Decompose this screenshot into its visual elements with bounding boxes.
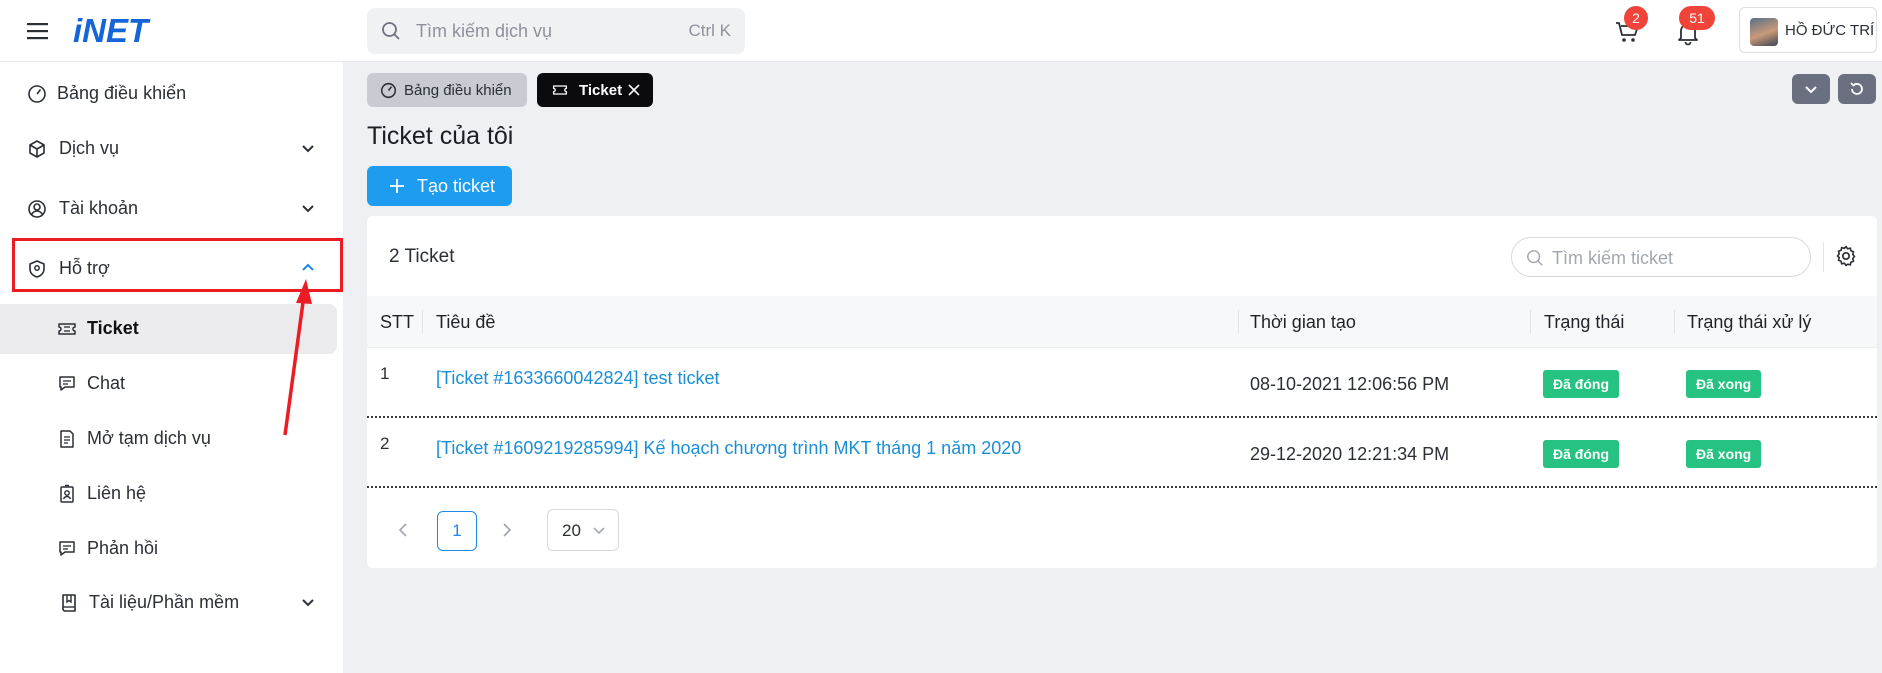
chat-icon: [59, 376, 75, 391]
search-placeholder: Tìm kiếm dịch vụ: [416, 21, 553, 41]
prev-page-icon[interactable]: [395, 518, 411, 542]
dashboard-icon: [380, 82, 397, 99]
pagination-page[interactable]: 1: [437, 511, 477, 551]
status-badge: Đã đóng: [1543, 440, 1619, 468]
column-separator: [422, 310, 423, 334]
column-header-process-status: Trạng thái xử lý: [1687, 312, 1812, 332]
page-title: Ticket của tôi: [367, 122, 514, 150]
table-header: STT Tiêu đề Thời gian tạo Trạng thái Trạ…: [367, 296, 1877, 348]
close-icon[interactable]: [628, 84, 640, 96]
sidebar-subitem-feedback[interactable]: Phản hồi: [0, 524, 343, 574]
column-separator: [1530, 310, 1531, 334]
ticket-icon: [58, 323, 76, 335]
logo-text: iNET: [73, 12, 151, 49]
ticket-table-card: 2 Ticket Tìm kiếm ticket STT Tiêu đề Thờ…: [367, 216, 1877, 568]
plus-icon: [390, 179, 404, 193]
column-header-title: Tiêu đề: [436, 312, 496, 332]
row-created-time: 29-12-2020 12:21:34 PM: [1250, 444, 1450, 464]
process-status-badge: Đã xong: [1686, 440, 1762, 468]
reload-icon: [1850, 82, 1863, 95]
search-icon: [1527, 250, 1543, 266]
next-page-icon[interactable]: [499, 518, 515, 542]
gear-icon[interactable]: [1834, 244, 1858, 268]
table-row: 1 [Ticket #1633660042824] test ticket 08…: [367, 348, 1877, 418]
ticket-title-link[interactable]: [Ticket #1609219285994] Kế hoạch chương …: [436, 438, 1021, 459]
sidebar-subitem-label: Ticket: [87, 318, 139, 338]
search-icon: [382, 22, 400, 40]
row-stt: 1: [380, 364, 390, 383]
tab-dashboard[interactable]: Bảng điều khiển: [367, 73, 527, 107]
status-badge: Đã đóng: [1543, 370, 1619, 398]
ticket-search-placeholder: Tìm kiếm ticket: [1552, 248, 1674, 268]
avatar: [1750, 18, 1778, 46]
cube-icon: [29, 140, 45, 158]
process-status-badge: Đã xong: [1686, 370, 1762, 398]
chevron-down-icon: [302, 599, 314, 607]
user-name: HỒ ĐỨC TRÍ: [1785, 22, 1875, 39]
reload-button[interactable]: [1838, 74, 1876, 104]
sidebar-item-services[interactable]: Dịch vụ: [0, 123, 343, 173]
sidebar-subitem-label: Chat: [87, 373, 126, 393]
user-circle-icon: [28, 200, 46, 218]
sidebar-item-label: Bảng điều khiển: [57, 83, 187, 103]
annotation-arrow: [283, 279, 312, 436]
tab-ticket[interactable]: Ticket: [537, 73, 653, 107]
sidebar-item-dashboard[interactable]: Bảng điều khiển: [0, 68, 343, 118]
ticket-icon: [552, 85, 568, 95]
sidebar-item-account[interactable]: Tài khoản: [0, 183, 343, 233]
notification-count-badge: 51: [1679, 6, 1715, 30]
column-header-created: Thời gian tạo: [1250, 312, 1356, 332]
user-menu[interactable]: HỒ ĐỨC TRÍ: [1739, 7, 1877, 53]
chevron-down-icon: [593, 527, 605, 535]
tab-label: Bảng điều khiển: [404, 82, 512, 99]
sidebar-item-label: Dịch vụ: [59, 138, 120, 158]
tab-label: Ticket: [579, 82, 623, 99]
inet-logo[interactable]: iNET: [73, 12, 183, 50]
sidebar-item-label: Tài khoản: [59, 198, 139, 218]
ticket-title-link[interactable]: [Ticket #1633660042824] test ticket: [436, 368, 720, 389]
chevron-down-icon: [302, 145, 314, 153]
feedback-icon: [59, 541, 75, 556]
column-header-status: Trạng thái: [1544, 312, 1625, 332]
ticket-count: 2 Ticket: [389, 246, 455, 267]
search-shortcut: Ctrl K: [688, 21, 732, 40]
sidebar-item-docs-software[interactable]: Tài liệu/Phần mềm: [0, 577, 343, 627]
sidebar-item-label: Tài liệu/Phần mềm: [89, 592, 240, 612]
service-search[interactable]: Tìm kiếm dịch vụ Ctrl K: [367, 8, 745, 54]
top-header: iNET Tìm kiếm dịch vụ Ctrl K 2 51 HỒ ĐỨC…: [0, 0, 1882, 62]
dashboard-icon: [28, 85, 46, 103]
sidebar-subitem-label: Phản hồi: [87, 538, 159, 558]
table-row: 2 [Ticket #1609219285994] Kế hoạch chươn…: [367, 418, 1877, 488]
page-size-value: 20: [562, 521, 581, 540]
book-icon: [62, 594, 76, 612]
ticket-search-input[interactable]: Tìm kiếm ticket: [1511, 237, 1811, 277]
row-stt: 2: [380, 434, 390, 453]
page-size-select[interactable]: 20: [547, 509, 619, 551]
tabs-dropdown-button[interactable]: [1792, 74, 1830, 104]
divider: [1823, 242, 1824, 272]
contact-icon: [60, 484, 74, 503]
document-icon: [60, 430, 74, 448]
chevron-down-icon: [302, 205, 314, 213]
column-header-stt: STT: [380, 312, 414, 332]
column-separator: [1674, 310, 1675, 334]
sidebar-subitem-label: Mở tạm dịch vụ: [87, 428, 211, 448]
create-ticket-button[interactable]: Tạo ticket: [367, 166, 512, 206]
menu-icon[interactable]: [26, 20, 50, 42]
column-separator: [1238, 310, 1239, 334]
sidebar-subitem-contact[interactable]: Liên hệ: [0, 469, 343, 519]
sidebar-subitem-label: Liên hệ: [87, 483, 147, 503]
chevron-down-icon: [1805, 86, 1817, 94]
create-ticket-label: Tạo ticket: [417, 176, 496, 196]
row-created-time: 08-10-2021 12:06:56 PM: [1250, 374, 1450, 394]
cart-count-badge: 2: [1624, 6, 1648, 30]
